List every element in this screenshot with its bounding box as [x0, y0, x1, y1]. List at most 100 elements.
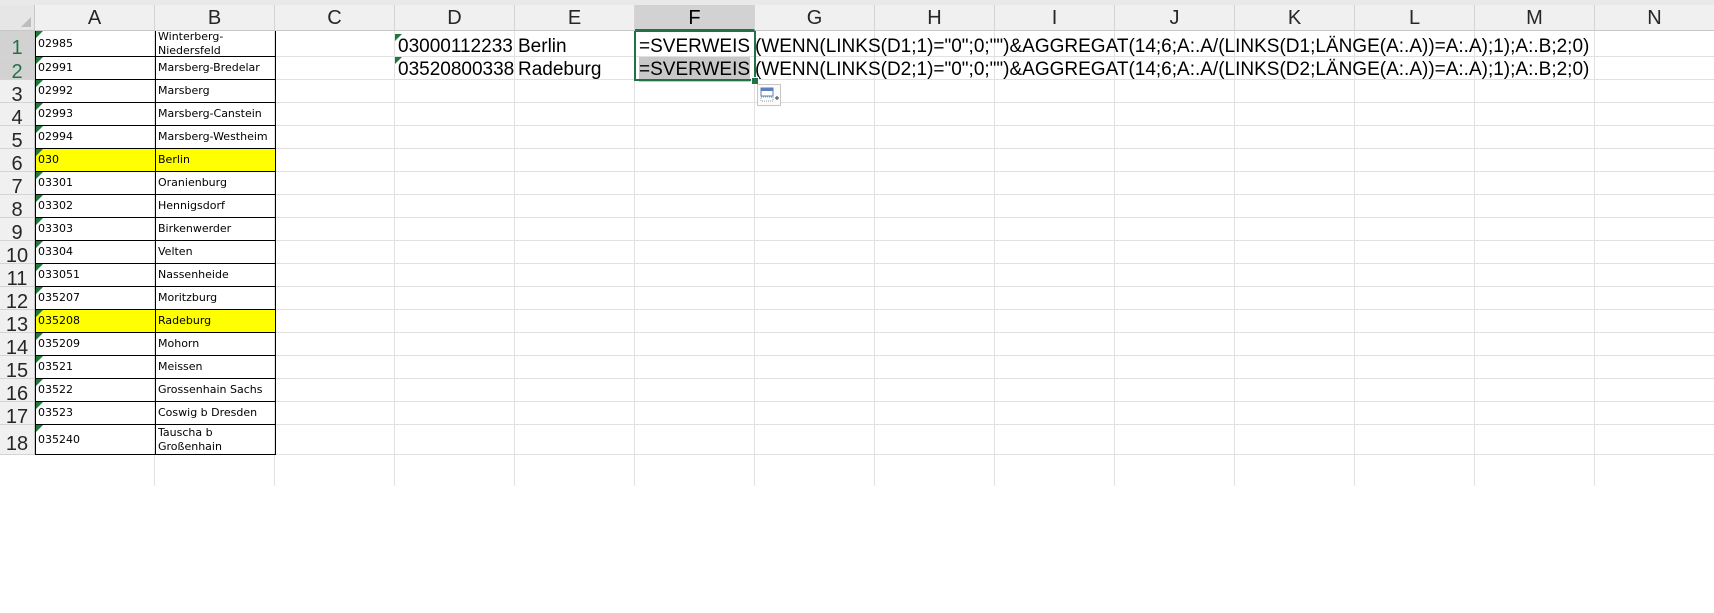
row-header-18[interactable]: 18 [0, 425, 35, 455]
column-header-f[interactable]: F [635, 5, 755, 31]
spreadsheet: ABCDEFGHIJKLMN 1 2 3 4 5 6 7 8 9 10 11 12 13 14 15 16 17… [0, 0, 1714, 486]
column-header-h[interactable]: H [875, 5, 995, 31]
cell-e2[interactable]: Radeburg [515, 57, 635, 80]
row-header-14[interactable]: 14 [0, 333, 35, 356]
cell-a6[interactable]: 030 [35, 148, 156, 172]
column-header-a[interactable]: A [35, 5, 155, 31]
cell-b7[interactable]: Oranienburg [155, 171, 276, 195]
gridline-vertical [754, 31, 755, 486]
cell-a-text: 02991 [38, 61, 73, 74]
row-header-13[interactable]: 13 [0, 310, 35, 333]
cell-a3[interactable]: 02992 [35, 79, 156, 103]
cell-b12[interactable]: Moritzburg [155, 286, 276, 310]
cell-a10[interactable]: 03304 [35, 240, 156, 264]
cell-b-text: Grossenhain Sachs [158, 383, 263, 396]
cell-b-text: Meissen [158, 360, 203, 373]
cell-a-text: 03303 [38, 222, 73, 235]
column-header-e[interactable]: E [515, 5, 635, 31]
cell-f1-formula-start[interactable]: =SVERWEIS [639, 34, 750, 59]
gridline-horizontal [35, 332, 1714, 333]
column-header-g[interactable]: G [755, 5, 875, 31]
cell-d1[interactable]: 03000112233 [395, 34, 515, 57]
cell-a17[interactable]: 03523 [35, 401, 156, 425]
cell-a2[interactable]: 02991 [35, 56, 156, 80]
cell-b-text: Hennigsdorf [158, 199, 225, 212]
cell-grid[interactable]: 02985 Winterberg-Niedersfeld 02991 Marsberg… [35, 31, 1714, 486]
gridline-horizontal [35, 263, 1714, 264]
cell-a12[interactable]: 035207 [35, 286, 156, 310]
cell-b1[interactable]: Winterberg-Niedersfeld [155, 31, 276, 57]
cell-b3[interactable]: Marsberg [155, 79, 276, 103]
cell-a15[interactable]: 03521 [35, 355, 156, 379]
row-header-10[interactable]: 10 [0, 241, 35, 264]
cell-b16[interactable]: Grossenhain Sachs [155, 378, 276, 402]
cell-a13[interactable]: 035208 [35, 309, 156, 333]
row-header-16[interactable]: 16 [0, 379, 35, 402]
row-header-15[interactable]: 15 [0, 356, 35, 379]
row-header-3[interactable]: 3 [0, 80, 35, 103]
row-header-11[interactable]: 11 [0, 264, 35, 287]
cell-b14[interactable]: Mohorn [155, 332, 276, 356]
cell-b4[interactable]: Marsberg-Canstein [155, 102, 276, 126]
cell-b2[interactable]: Marsberg-Bredelar [155, 56, 276, 80]
paste-options-icon[interactable] [757, 84, 781, 106]
select-all-corner[interactable] [0, 5, 35, 31]
cell-a1[interactable]: 02985 [35, 31, 156, 57]
cell-b8[interactable]: Hennigsdorf [155, 194, 276, 218]
row-header-5[interactable]: 5 [0, 126, 35, 149]
error-indicator-icon [36, 218, 43, 225]
row-header-4[interactable]: 4 [0, 103, 35, 126]
gridline-horizontal [35, 401, 1714, 402]
error-indicator-icon [36, 57, 43, 64]
cell-b-text: Marsberg-Canstein [158, 107, 262, 120]
cell-a7[interactable]: 03301 [35, 171, 156, 195]
cell-a8[interactable]: 03302 [35, 194, 156, 218]
cell-b15[interactable]: Meissen [155, 355, 276, 379]
error-indicator-icon [36, 80, 43, 87]
cell-b11[interactable]: Nassenheide [155, 263, 276, 287]
error-indicator-icon [395, 57, 402, 64]
column-header-d[interactable]: D [395, 5, 515, 31]
cell-a4[interactable]: 02993 [35, 102, 156, 126]
gridline-vertical [994, 31, 995, 486]
column-header-l[interactable]: L [1355, 5, 1475, 31]
gridline-horizontal [35, 217, 1714, 218]
row-header-2[interactable]: 2 [0, 57, 35, 80]
column-header-j[interactable]: J [1115, 5, 1235, 31]
column-header-k[interactable]: K [1235, 5, 1355, 31]
cell-d2[interactable]: 03520800338 [395, 57, 515, 80]
cell-a9[interactable]: 03303 [35, 217, 156, 241]
cell-a16[interactable]: 03522 [35, 378, 156, 402]
row-header-9[interactable]: 9 [0, 218, 35, 241]
row-header-17[interactable]: 17 [0, 402, 35, 425]
row-header-12[interactable]: 12 [0, 287, 35, 310]
cell-b18[interactable]: Tauscha b Großenhain [155, 424, 276, 455]
cell-b10[interactable]: Velten [155, 240, 276, 264]
cell-a14[interactable]: 035209 [35, 332, 156, 356]
cell-b5[interactable]: Marsberg-Westheim [155, 125, 276, 149]
column-header-i[interactable]: I [995, 5, 1115, 31]
row-header-7[interactable]: 7 [0, 172, 35, 195]
gridline-horizontal [35, 194, 1714, 195]
cell-a18[interactable]: 035240 [35, 424, 156, 455]
cell-a11[interactable]: 033051 [35, 263, 156, 287]
cell-b9[interactable]: Birkenwerder [155, 217, 276, 241]
cell-b6[interactable]: Berlin [155, 148, 276, 172]
column-header-b[interactable]: B [155, 5, 275, 31]
row-header-6[interactable]: 6 [0, 149, 35, 172]
row-header-8[interactable]: 8 [0, 195, 35, 218]
gridline-horizontal [35, 424, 1714, 425]
column-header-m[interactable]: M [1475, 5, 1595, 31]
cell-b17[interactable]: Coswig b Dresden [155, 401, 276, 425]
row-header-1[interactable]: 1 [0, 31, 35, 57]
cell-f1-formula-overflow: (WENN(LINKS(D1;1)="0";0;"")&AGGREGAT(14;… [755, 36, 1590, 57]
cell-a5[interactable]: 02994 [35, 125, 156, 149]
column-header-n[interactable]: N [1595, 5, 1714, 31]
cell-a-text: 03301 [38, 176, 73, 189]
cell-e1[interactable]: Berlin [515, 34, 635, 57]
gridline-vertical [1594, 31, 1595, 486]
cell-f2-formula-start[interactable]: =SVERWEIS [639, 57, 751, 82]
cell-a-text: 03521 [38, 360, 73, 373]
column-header-c[interactable]: C [275, 5, 395, 31]
cell-b13[interactable]: Radeburg [155, 309, 276, 333]
